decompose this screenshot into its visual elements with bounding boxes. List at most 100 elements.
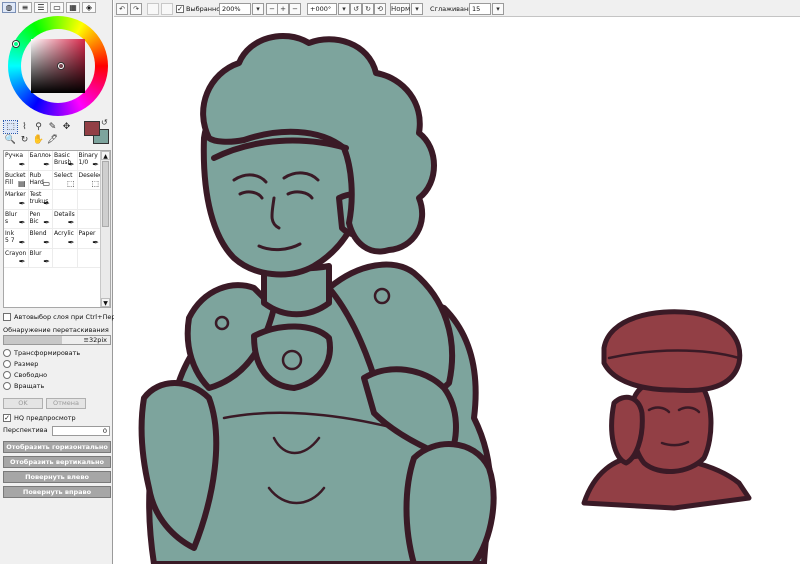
scroll-down-button[interactable]: ▼ — [101, 298, 110, 307]
move-tool[interactable]: ✥ — [60, 121, 73, 133]
transform-radio[interactable] — [3, 349, 11, 357]
palette-tab[interactable]: ▦ — [66, 2, 80, 13]
brush-slot[interactable]: Test trukus ✒ — [28, 190, 53, 210]
navigator-tab[interactable]: ◈ — [82, 2, 96, 13]
brush-slot[interactable]: Баллон ✒ — [28, 151, 53, 171]
color-wheel[interactable] — [8, 16, 108, 116]
brush-slot[interactable]: Rub Hard ▭ — [28, 170, 53, 190]
scroll-thumb[interactable] — [102, 161, 109, 227]
transform-option-3[interactable]: Вращать — [3, 382, 44, 390]
cancel-button[interactable]: Отмена — [46, 398, 86, 409]
brush-slot[interactable] — [53, 190, 78, 210]
brush-icon: ✒ — [18, 159, 26, 169]
rotation-dropdown-button[interactable]: ▾ — [338, 3, 350, 15]
brush-label: Details — [54, 210, 75, 218]
rotate-ccw-button[interactable]: ↺ — [350, 3, 362, 15]
stabilizer-dropdown-button[interactable]: ▾ — [492, 3, 504, 15]
brush-slot[interactable]: Bucket Fill ▤ — [4, 170, 29, 190]
rotate-right-button[interactable]: Повернуть вправо — [3, 486, 111, 498]
brush-slot[interactable]: Blend ✒ — [28, 229, 53, 249]
list-tab[interactable]: ☰ — [34, 2, 48, 13]
layers-icon: ≡ — [21, 2, 29, 12]
magic-wand-tool[interactable]: ⚲ — [32, 121, 45, 133]
brush-slot[interactable]: Details ✒ — [53, 209, 78, 229]
pen-tool-tool[interactable]: ✎ — [46, 121, 59, 133]
lasso-tool[interactable]: ⌇ — [18, 121, 31, 133]
swap-colors-icon[interactable]: ↺ — [101, 118, 108, 127]
brush-slot[interactable]: Paper ✒ — [77, 229, 102, 249]
scroll-up-button[interactable]: ▲ — [101, 151, 110, 160]
transform-option-0[interactable]: Трансформировать — [3, 349, 80, 357]
perspective-row: Перспектива — [3, 426, 48, 434]
left-panel: ◍ ≡ ☰ ▭ ▦ ◈ ⬚ ⌇ ⚲ ✎ ✥ 🔍 ↻ ✋ 🖋 ↺ Ручка ✒ Баллон ✒ Bas… — [0, 0, 159, 564]
brush-slot[interactable]: Select ⬚ — [53, 170, 78, 190]
sliders-tab[interactable]: ▭ — [50, 2, 64, 13]
flip-vertical-button[interactable]: Отобразить вертикально — [3, 456, 111, 468]
brush-slot[interactable]: Ручка ✒ — [4, 151, 29, 171]
brush-slot[interactable] — [77, 190, 102, 210]
brush-label: Blur — [29, 249, 42, 257]
drawing-canvas[interactable] — [114, 18, 800, 564]
red-hand — [609, 394, 645, 466]
brush-slot[interactable]: Pen Bic ✒ — [28, 209, 53, 229]
selection-visible-checkbox[interactable]: ✓ — [176, 5, 184, 13]
drag-detect-slider[interactable]: ≡32pix — [3, 335, 111, 345]
mode-button[interactable]: Норм — [390, 3, 410, 15]
brush-slot[interactable] — [77, 248, 102, 268]
transform-option-2[interactable]: Свободно — [3, 371, 47, 379]
chevron-down-icon: ▾ — [496, 5, 500, 13]
size-radio[interactable] — [3, 360, 11, 368]
zoom-dropdown-button[interactable]: ▾ — [252, 3, 264, 15]
brush-slot[interactable]: Ink 5 7 ✒ — [4, 229, 29, 249]
zoom-reset-button[interactable]: − — [289, 3, 301, 15]
drag-detect-row: Обнаружение перетаскивания — [3, 326, 109, 334]
zoom-tool[interactable]: 🔍 — [4, 134, 17, 146]
eyedropper-icon: 🖋 — [46, 135, 59, 145]
select-rect-tool[interactable]: ⬚ — [3, 120, 18, 134]
auto-select-checkbox[interactable] — [3, 313, 11, 321]
brush-slot[interactable]: Marker ✒ — [4, 190, 29, 210]
perspective-input[interactable]: 0 — [52, 426, 110, 436]
brush-slot[interactable]: Basic Brush ✒ — [53, 151, 78, 171]
rotation-input[interactable]: +000° — [307, 3, 337, 15]
hq-preview-row[interactable]: ✓ HQ предпросмотр — [3, 414, 76, 422]
stabilizer-input[interactable]: 15 — [469, 3, 491, 15]
rotate-radio[interactable] — [3, 382, 11, 390]
perspective-label: Перспектива — [3, 426, 48, 434]
color-wheel-tab[interactable]: ◍ — [2, 2, 16, 13]
rotate-left-button[interactable]: Повернуть влево — [3, 471, 111, 483]
sv-marker[interactable] — [58, 63, 64, 69]
hand-icon: ✋ — [32, 135, 45, 145]
hq-preview-checkbox[interactable]: ✓ — [3, 414, 11, 422]
free-radio[interactable] — [3, 371, 11, 379]
zoom-input[interactable]: 200% — [219, 3, 251, 15]
magic-wand-icon: ⚲ — [35, 122, 42, 132]
ok-button[interactable]: OK — [3, 398, 43, 409]
rotate-cw-button[interactable]: ↻ — [362, 3, 374, 15]
eyedropper-tool[interactable]: 🖋 — [46, 134, 59, 146]
deselect-button[interactable] — [147, 3, 159, 15]
brush-slot[interactable] — [77, 209, 102, 229]
flip-horizontal-button[interactable]: Отобразить горизонтально — [3, 441, 111, 453]
undo-button[interactable]: ↶ — [116, 3, 128, 15]
hue-marker[interactable] — [13, 41, 19, 47]
brush-slot[interactable]: Acrylic ✒ — [53, 229, 78, 249]
brush-slot[interactable]: Deselect⬚ — [77, 170, 102, 190]
mode-dropdown-button[interactable]: ▾ — [411, 3, 423, 15]
layers-tab[interactable]: ≡ — [18, 2, 32, 13]
brush-slot[interactable]: Blur ✒ — [28, 248, 53, 268]
zoom-in-button[interactable]: + — [277, 3, 289, 15]
hand-tool[interactable]: ✋ — [32, 134, 45, 146]
brush-slot[interactable]: Blur s ✒ — [4, 209, 29, 229]
invert-selection-button[interactable] — [161, 3, 173, 15]
brush-slot[interactable]: Binary 1/0 ✒ — [77, 151, 102, 171]
foreground-color-swatch[interactable] — [84, 121, 100, 136]
redo-button[interactable]: ↷ — [130, 3, 142, 15]
brush-slot[interactable] — [53, 248, 78, 268]
rotate-tool[interactable]: ↻ — [18, 134, 31, 146]
brush-scrollbar[interactable]: ▲ ▼ — [100, 151, 110, 307]
rotate-reset-button[interactable]: ⟲ — [374, 3, 386, 15]
transform-option-1[interactable]: Размер — [3, 360, 38, 368]
brush-slot[interactable]: Crayon ✒ — [4, 248, 29, 268]
panel-tabs: ◍ ≡ ☰ ▭ ▦ ◈ — [2, 2, 96, 13]
